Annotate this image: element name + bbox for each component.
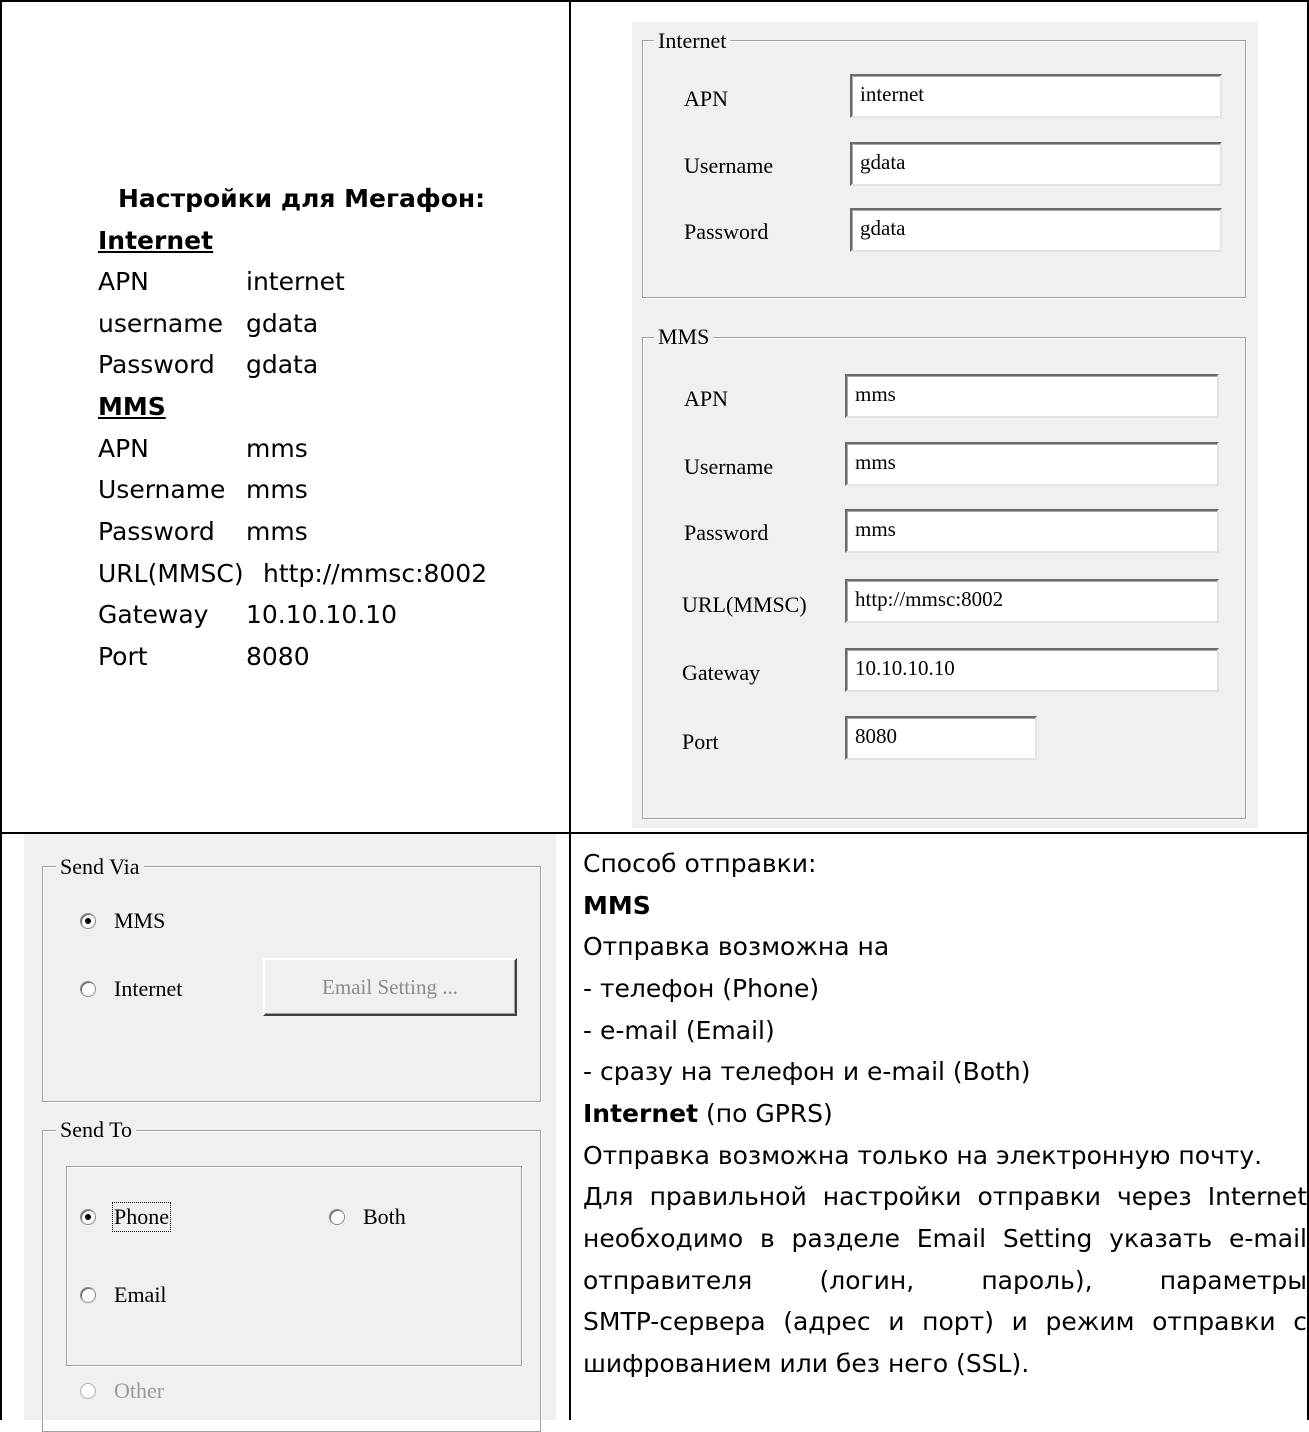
mms-apn-label: APN — [98, 434, 149, 463]
mms-method-heading: MMS — [583, 891, 651, 920]
send-via-internet-radio[interactable]: Internet — [80, 976, 182, 1002]
send-to-phone-radio[interactable]: Phone — [80, 1202, 171, 1232]
mms-username-field-label: Username — [684, 454, 774, 479]
megafon-heading: Настройки для Мегафон: — [118, 184, 486, 213]
internet-groupbox-title: Internet — [654, 28, 731, 54]
mms-groupbox-title: MMS — [654, 324, 714, 350]
radio-indicator — [329, 1209, 345, 1225]
document-table: Настройки для Мегафон: Internet APN inte… — [0, 0, 1309, 1432]
mms-apn-field-label: APN — [684, 386, 729, 411]
mms-section-header: MMS — [98, 392, 166, 421]
send-to-other-radio[interactable]: Other — [80, 1378, 164, 1404]
mms-to-email: - e-mail (Email) — [583, 1016, 775, 1045]
radio-indicator — [80, 1383, 96, 1399]
internet-password-field-label: Password — [684, 219, 769, 244]
radio-indicator — [80, 913, 96, 929]
mms-url-input[interactable]: http://mmsc:8002 — [845, 579, 1219, 623]
mms-port-value: 8080 — [246, 642, 310, 671]
mms-port-field-label: Port — [682, 729, 719, 754]
settings-dialog: Internet APN internet Username gdata Pas… — [632, 22, 1258, 828]
send-method-heading: Способ отправки: — [583, 849, 817, 878]
internet-instructions-line5: шифрованием или без него (SSL). — [583, 1349, 1030, 1378]
internet-username-value: gdata — [246, 309, 319, 338]
email-setting-button[interactable]: Email Setting ... — [263, 958, 517, 1016]
internet-method-suffix: (по GPRS) — [698, 1099, 833, 1128]
mms-apn-input[interactable]: mms — [845, 374, 1219, 418]
internet-password-value: gdata — [246, 350, 319, 379]
internet-apn-value: internet — [246, 267, 345, 296]
mms-gateway-label: Gateway — [98, 600, 209, 629]
radio-indicator — [80, 1287, 96, 1303]
send-to-email-radio[interactable]: Email — [80, 1282, 167, 1308]
mms-gateway-value: 10.10.10.10 — [246, 600, 398, 629]
internet-instructions-line4: SMTP-сервера (адрес и порт) и режим отпр… — [583, 1307, 1307, 1336]
mms-username-value: mms — [246, 475, 308, 504]
send-to-inner-box — [66, 1166, 522, 1366]
send-dialog: Send Via MMS Internet Email Setting ... … — [24, 834, 556, 1432]
mms-to-both: - сразу на телефон и e-mail (Both) — [583, 1057, 1031, 1086]
internet-apn-input[interactable]: internet — [850, 74, 1222, 118]
send-via-mms-label: MMS — [114, 908, 166, 933]
mms-username-input[interactable]: mms — [845, 442, 1219, 486]
mms-to-phone: - телефон (Phone) — [583, 974, 820, 1003]
send-to-both-radio[interactable]: Both — [329, 1204, 406, 1230]
internet-section-header: Internet — [98, 226, 214, 255]
internet-instructions-line2: необходимо в разделе Email Setting указа… — [583, 1224, 1307, 1253]
internet-username-label: username — [98, 309, 223, 338]
send-to-email-label: Email — [114, 1282, 167, 1307]
table-border-center — [569, 0, 571, 1420]
send-via-mms-radio[interactable]: MMS — [80, 908, 165, 934]
send-via-internet-label: Internet — [114, 976, 183, 1001]
send-to-other-label: Other — [114, 1378, 165, 1403]
table-border-top — [0, 0, 1309, 2]
internet-method-heading: Internet (по GPRS) — [583, 1099, 833, 1128]
internet-method-bold: Internet — [583, 1099, 699, 1128]
internet-apn-label: APN — [98, 267, 149, 296]
mms-send-possible: Отправка возможна на — [583, 932, 890, 961]
internet-username-field-label: Username — [684, 153, 774, 178]
internet-password-label: Password — [98, 350, 215, 379]
internet-username-input[interactable]: gdata — [850, 142, 1222, 186]
mms-url-field-label: URL(MMSC) — [682, 592, 807, 617]
radio-indicator — [80, 981, 96, 997]
mms-gateway-field-label: Gateway — [682, 660, 761, 685]
mms-password-field-label: Password — [684, 520, 769, 545]
mms-gateway-input[interactable]: 10.10.10.10 — [845, 648, 1219, 692]
send-to-title: Send To — [56, 1117, 137, 1143]
internet-instructions-line3: отправителя (логин, пароль), параметры — [583, 1266, 1307, 1295]
mms-url-value: http://mmsc:8002 — [263, 559, 488, 588]
send-to-both-label: Both — [363, 1204, 406, 1229]
mms-password-value: mms — [246, 517, 308, 546]
mms-port-label: Port — [98, 642, 148, 671]
mms-apn-value: mms — [246, 434, 308, 463]
table-border-left — [0, 0, 2, 1420]
mms-username-label: Username — [98, 475, 226, 504]
send-via-title: Send Via — [56, 854, 144, 880]
radio-indicator — [80, 1209, 96, 1225]
mms-password-input[interactable]: mms — [845, 509, 1219, 553]
mms-password-label: Password — [98, 517, 215, 546]
internet-password-input[interactable]: gdata — [850, 208, 1222, 252]
internet-instructions-line1: Для правильной настройки отправки через … — [583, 1182, 1307, 1211]
internet-apn-field-label: APN — [684, 86, 729, 111]
internet-email-only: Отправка возможна только на электронную … — [583, 1141, 1263, 1170]
send-to-phone-label: Phone — [112, 1202, 171, 1232]
mms-url-label: URL(MMSC) — [98, 559, 244, 588]
mms-port-input[interactable]: 8080 — [845, 716, 1037, 760]
